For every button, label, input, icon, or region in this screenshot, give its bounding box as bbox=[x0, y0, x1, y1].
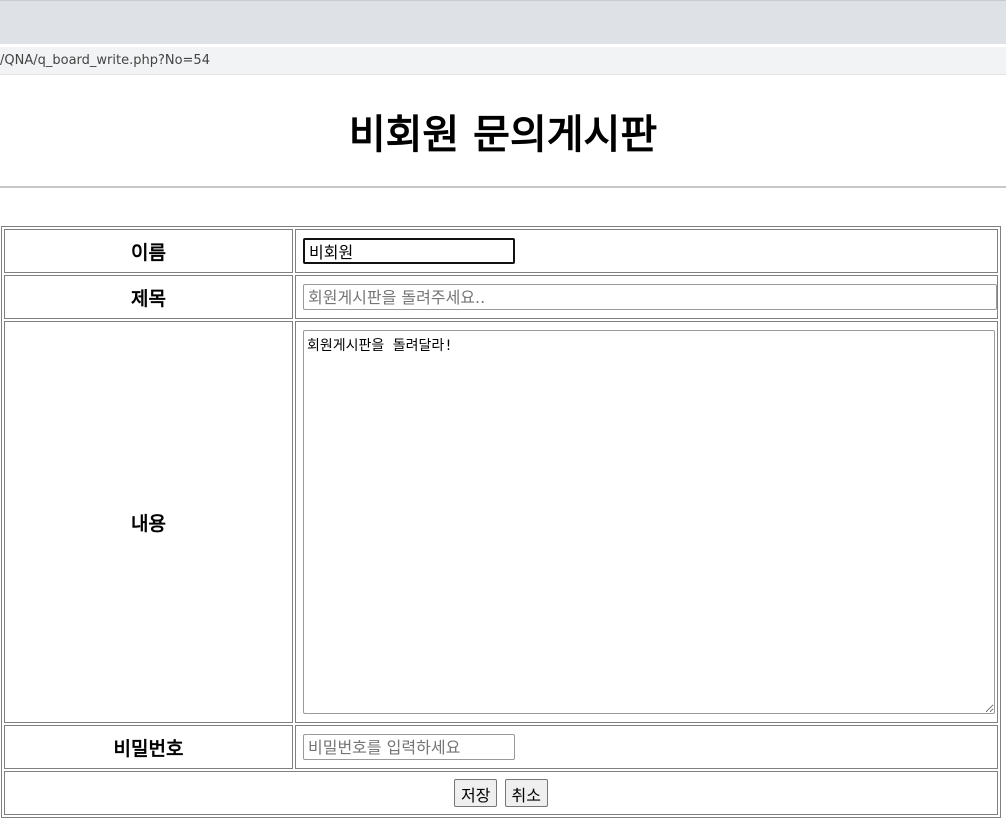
cancel-button[interactable]: 취소 bbox=[504, 779, 548, 807]
address-bar[interactable]: /QNA/q_board_write.php?No=54 bbox=[0, 47, 1006, 75]
name-input[interactable] bbox=[303, 238, 515, 264]
subject-input[interactable] bbox=[303, 284, 997, 310]
form-row-content: 내용 회원게시판을 돌려달라! bbox=[4, 321, 998, 723]
address-url[interactable]: /QNA/q_board_write.php?No=54 bbox=[0, 53, 210, 68]
write-form-table: 이름 제목 내용 회원게시판을 돌려달라! 비밀번호 저장 취소 bbox=[1, 226, 1001, 818]
password-cell bbox=[295, 725, 998, 769]
subject-label: 제목 bbox=[4, 275, 293, 319]
password-label: 비밀번호 bbox=[4, 725, 293, 769]
content-textarea[interactable]: 회원게시판을 돌려달라! bbox=[303, 330, 995, 714]
form-row-buttons: 저장 취소 bbox=[4, 771, 998, 815]
form-row-name: 이름 bbox=[4, 229, 998, 273]
name-label: 이름 bbox=[4, 229, 293, 273]
save-button[interactable]: 저장 bbox=[454, 779, 498, 807]
content-label: 내용 bbox=[4, 321, 293, 723]
content-cell: 회원게시판을 돌려달라! bbox=[295, 321, 998, 723]
page-title: 비회원 문의게시판 bbox=[348, 112, 658, 158]
form-row-subject: 제목 bbox=[4, 275, 998, 319]
title-divider bbox=[0, 186, 1006, 188]
name-cell bbox=[295, 229, 998, 273]
subject-cell bbox=[295, 275, 998, 319]
form-row-password: 비밀번호 bbox=[4, 725, 998, 769]
password-input[interactable] bbox=[303, 734, 515, 760]
buttons-cell: 저장 취소 bbox=[4, 771, 998, 815]
browser-tab-bar bbox=[0, 0, 1006, 44]
